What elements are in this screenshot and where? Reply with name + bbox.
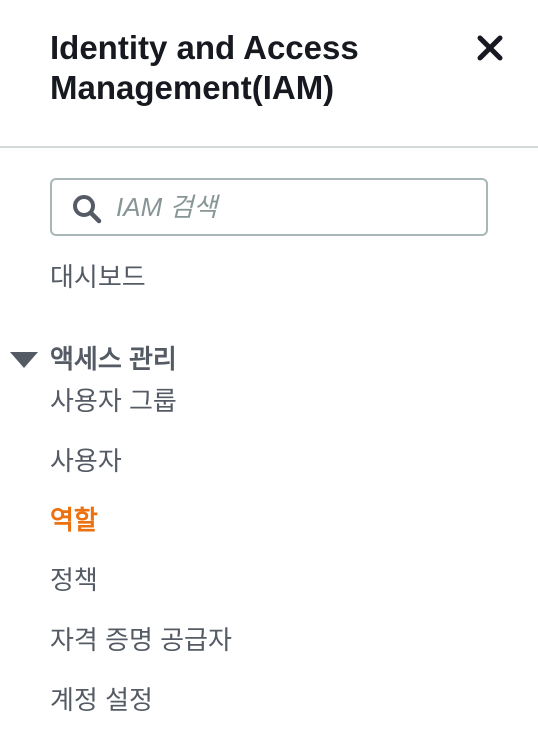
nav-item-users[interactable]: 사용자	[50, 446, 122, 476]
nav-item-policies[interactable]: 정책	[50, 565, 98, 595]
search-icon	[73, 195, 102, 224]
nav-item-roles[interactable]: 역할	[50, 505, 98, 535]
search-input[interactable]	[116, 188, 476, 226]
close-button[interactable]	[472, 30, 508, 66]
search-box	[50, 178, 488, 236]
section-label: 액세스 관리	[50, 344, 177, 374]
caret-down-icon	[10, 352, 38, 368]
panel-title-line-2: Management(IAM)	[50, 69, 335, 106]
nav-item-dashboard[interactable]: 대시보드	[50, 262, 146, 292]
iam-navigation-panel: Identity and Access Management(IAM) 대시보드…	[0, 0, 538, 754]
panel-title-line-1: Identity and Access	[50, 29, 359, 66]
nav-item-account-settings[interactable]: 계정 설정	[50, 685, 153, 715]
close-icon	[477, 35, 503, 61]
nav-item-identity-providers[interactable]: 자격 증명 공급자	[50, 625, 232, 655]
panel-header: Identity and Access Management(IAM)	[0, 0, 538, 148]
nav-item-user-groups[interactable]: 사용자 그룹	[50, 386, 177, 416]
panel-title: Identity and Access Management(IAM)	[50, 28, 450, 108]
